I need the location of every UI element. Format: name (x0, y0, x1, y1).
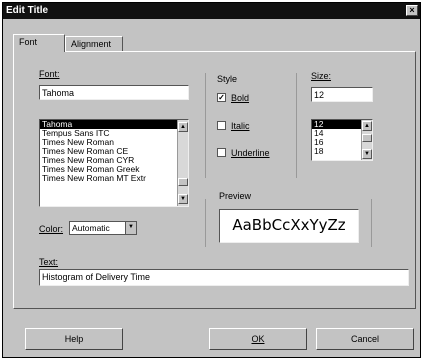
cancel-button-label: Cancel (350, 334, 379, 344)
tab-alignment-label: Alignment (71, 39, 112, 49)
italic-checkbox[interactable] (217, 121, 226, 130)
tab-font-label: Font (19, 37, 38, 47)
help-button[interactable]: Help (25, 328, 123, 350)
preview-divider-right (371, 199, 372, 247)
chevron-up-icon: ▲ (180, 124, 186, 130)
text-label: Text: (39, 257, 59, 267)
tab-font[interactable]: Font (13, 34, 65, 52)
size-input[interactable]: 12 (311, 87, 373, 102)
tab-alignment[interactable]: Alignment (65, 36, 123, 52)
chevron-down-icon: ▼ (128, 224, 134, 230)
size-label: Size: (311, 71, 332, 81)
cancel-button[interactable]: Cancel (316, 328, 414, 350)
size-list[interactable]: 12 14 16 18 ▲ ▼ (311, 119, 373, 161)
font-list-item[interactable]: Times New Roman MT Extr (40, 174, 188, 183)
font-list-scrollbar[interactable]: ▲ ▼ (177, 120, 188, 206)
bold-checkbox[interactable]: ✓ (217, 93, 226, 102)
font-name-input[interactable]: Tahoma (39, 85, 189, 100)
font-label: Font: (39, 69, 60, 79)
color-dropdown-button[interactable]: ▼ (125, 222, 136, 234)
color-select-value: Automatic (72, 223, 110, 233)
ok-button-label: OK (251, 334, 265, 344)
check-icon: ✓ (218, 93, 225, 102)
help-button-label: Help (64, 334, 84, 344)
dialog-title: Edit Title (6, 5, 49, 16)
scroll-up-button[interactable]: ▲ (178, 122, 188, 132)
chevron-down-icon: ▼ (180, 196, 186, 202)
scroll-down-button[interactable]: ▼ (362, 149, 372, 159)
underline-checkbox[interactable] (217, 148, 226, 157)
chevron-down-icon: ▼ (364, 151, 370, 157)
italic-label[interactable]: Italic (231, 121, 250, 131)
underline-label[interactable]: Underline (231, 148, 270, 158)
chevron-up-icon: ▲ (364, 123, 370, 129)
scroll-up-button[interactable]: ▲ (362, 121, 372, 131)
size-group-divider (296, 73, 297, 178)
close-button[interactable]: × (406, 5, 418, 16)
title-bar[interactable]: Edit Title × (3, 3, 420, 19)
color-label: Color: (39, 224, 64, 234)
font-preview-box: AaBbCcXxYyZz (219, 209, 359, 243)
color-select[interactable]: Automatic ▼ (69, 221, 137, 235)
scroll-thumb[interactable] (178, 178, 188, 186)
title-text-input[interactable]: Histogram of Delivery Time (39, 269, 409, 286)
scroll-down-button[interactable]: ▼ (178, 194, 188, 204)
style-group-divider (205, 73, 206, 178)
font-list[interactable]: Tahoma Tempus Sans ITC Times New Roman T… (39, 119, 189, 207)
ok-button[interactable]: OK (209, 328, 307, 350)
style-label: Style (217, 74, 238, 84)
bold-label[interactable]: Bold (231, 93, 249, 103)
scroll-thumb[interactable] (362, 134, 372, 142)
preview-divider-left (205, 199, 206, 247)
edit-title-dialog: Edit Title × Font Alignment Font: Tahoma… (2, 2, 421, 358)
size-list-scrollbar[interactable]: ▲ ▼ (361, 120, 372, 160)
close-icon: × (409, 5, 415, 15)
preview-label: Preview (219, 191, 252, 201)
